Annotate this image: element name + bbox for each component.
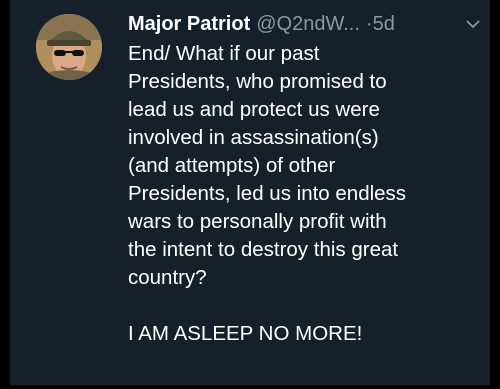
separator-dot: · [365, 13, 373, 35]
chevron-down-icon [466, 20, 480, 28]
tweet-text-line: lead us and protect us were [128, 98, 380, 121]
tweet-card[interactable]: Major Patriot @Q2ndW... · 5d End/ What i… [10, 0, 490, 385]
avatar[interactable] [36, 14, 102, 80]
user-handle[interactable]: @Q2ndW... [256, 10, 360, 38]
more-options-button[interactable] [462, 10, 484, 38]
tweet-text-line: Presidents, led us into endless [128, 182, 407, 205]
tweet-text-line: End/ What if our past [128, 42, 320, 65]
tweet-closing-line: I AM ASLEEP NO MORE! [128, 322, 363, 345]
display-name[interactable]: Major Patriot [128, 10, 250, 38]
tweet-text-line: the intent to destroy this great [128, 238, 399, 261]
tweet-text: End/ What if our past Presidents, who pr… [128, 40, 480, 348]
tweet-text-line: country? [128, 266, 207, 289]
tweet-text-line: (and attempts) of other [128, 154, 336, 177]
avatar-photo [36, 14, 102, 80]
tweet-header: Major Patriot @Q2ndW... · 5d [128, 10, 395, 38]
tweet-age[interactable]: 5d [373, 10, 395, 38]
tweet-text-line: Presidents, who promised to [128, 70, 387, 93]
tweet-text-line: involved in assassination(s) [128, 126, 379, 149]
tweet-text-line: wars to personally profit with [128, 210, 387, 233]
